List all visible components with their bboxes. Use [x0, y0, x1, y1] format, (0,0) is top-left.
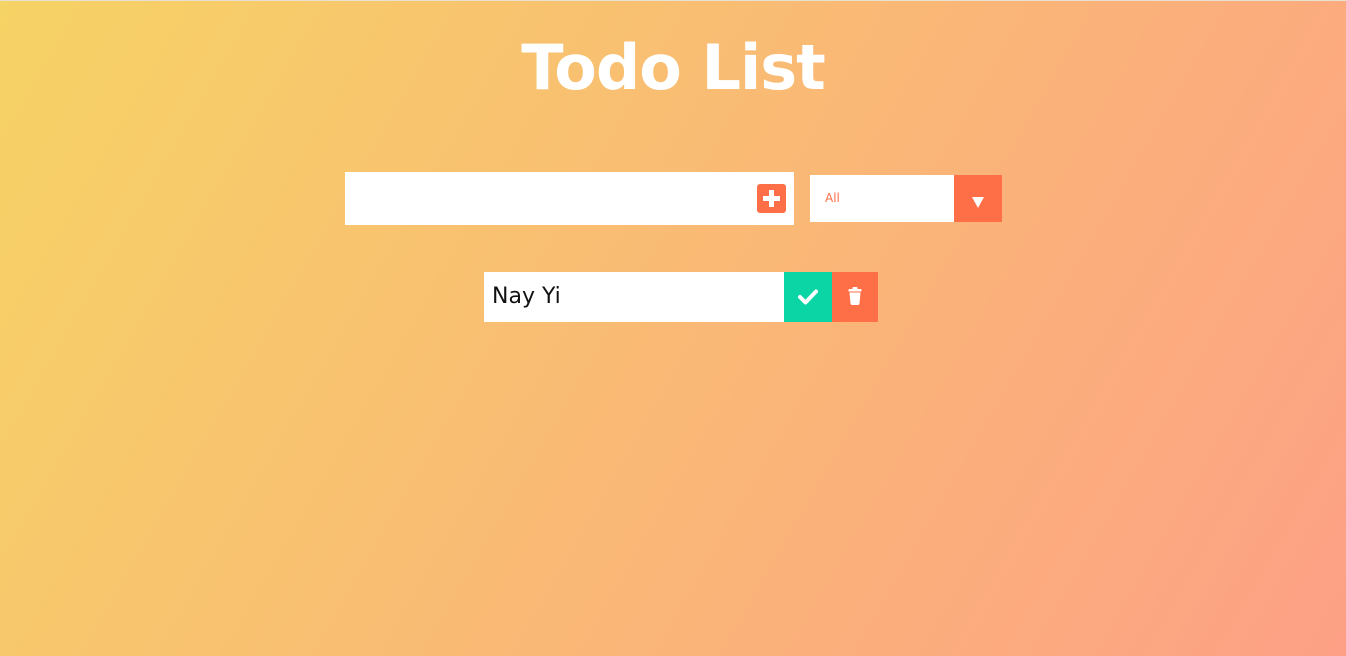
filter-select[interactable]: All: [810, 175, 1002, 222]
todo-text-box: Nay Yi: [484, 272, 784, 322]
todo-input-container: [345, 172, 794, 225]
check-icon: [784, 272, 832, 322]
delete-button[interactable]: [832, 272, 878, 322]
trash-icon: [832, 272, 878, 322]
filter-dropdown-button[interactable]: [954, 175, 1002, 222]
complete-button[interactable]: [784, 272, 832, 322]
caret-down-icon: [972, 197, 984, 208]
todo-text: Nay Yi: [492, 284, 561, 309]
page-title: Todo List: [521, 31, 826, 104]
filter-selected-value: All: [825, 191, 840, 205]
todo-item: Nay Yi: [484, 272, 878, 322]
top-border: [0, 0, 1346, 1]
add-todo-button[interactable]: [757, 184, 786, 213]
todo-input[interactable]: [345, 172, 745, 225]
